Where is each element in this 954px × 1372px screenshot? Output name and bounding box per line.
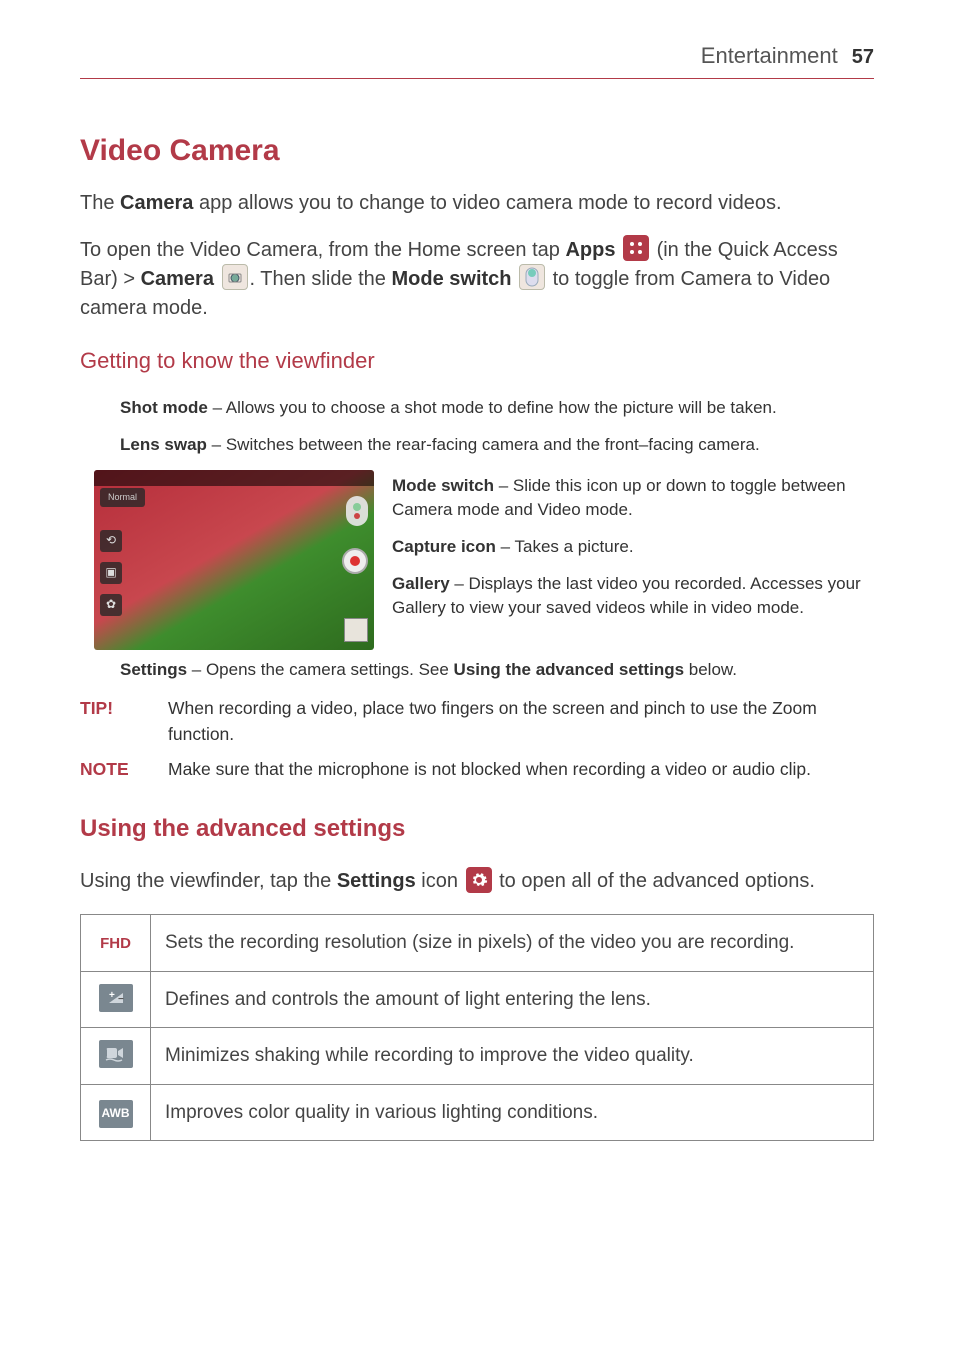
brightness-icon-cell: +− <box>81 971 151 1028</box>
camera-app-icon <box>222 264 248 290</box>
annotation-capture-icon: Capture icon – Takes a picture. <box>392 535 874 560</box>
viewfinder-heading: Getting to know the viewfinder <box>80 345 874 377</box>
page-number: 57 <box>852 43 874 72</box>
awb-icon-cell: AWB <box>81 1084 151 1141</box>
stabilize-desc: Minimizes shaking while recording to imp… <box>151 1028 874 1085</box>
brightness-icon: +− <box>99 984 133 1012</box>
table-row: FHD Sets the recording resolution (size … <box>81 915 874 972</box>
note-text: Make sure that the microphone is not blo… <box>168 757 874 782</box>
table-row: AWB Improves color quality in various li… <box>81 1084 874 1141</box>
brightness-desc: Defines and controls the amount of light… <box>151 971 874 1028</box>
apps-icon <box>623 235 649 261</box>
settings-gear-icon <box>466 867 492 893</box>
advanced-intro: Using the viewfinder, tap the Settings i… <box>80 867 874 896</box>
awb-desc: Improves color quality in various lighti… <box>151 1084 874 1141</box>
flash-icon: ▣ <box>100 562 122 584</box>
svg-text:−: − <box>118 994 124 1005</box>
advanced-settings-table: FHD Sets the recording resolution (size … <box>80 914 874 1141</box>
stabilize-icon-cell <box>81 1028 151 1085</box>
tip-text: When recording a video, place two finger… <box>168 696 874 747</box>
mode-switch-icon <box>519 264 545 290</box>
note-label: NOTE <box>80 757 140 782</box>
viewfinder-preview-image: Normal ⟲ ▣ ✿ <box>94 470 374 650</box>
header-section-title: Entertainment <box>701 40 838 72</box>
tip-label: TIP! <box>80 696 140 747</box>
annotation-mode-switch: Mode switch – Slide this icon up or down… <box>392 474 874 523</box>
intro-paragraph-1: The Camera app allows you to change to v… <box>80 189 874 218</box>
capture-button-icon <box>342 548 368 574</box>
lens-swap-icon: ⟲ <box>100 530 122 552</box>
table-row: Minimizes shaking while recording to imp… <box>81 1028 874 1085</box>
resolution-desc: Sets the recording resolution (size in p… <box>151 915 874 972</box>
fhd-icon: FHD <box>100 935 131 952</box>
annotation-shot-mode: Shot mode – Allows you to choose a shot … <box>120 396 874 421</box>
annotation-settings: Settings – Opens the camera settings. Se… <box>120 658 874 683</box>
page-header: Entertainment 57 <box>80 40 874 79</box>
advanced-settings-heading: Using the advanced settings <box>80 812 874 847</box>
tip-row: TIP! When recording a video, place two f… <box>80 696 874 747</box>
table-row: +− Defines and controls the amount of li… <box>81 971 874 1028</box>
settings-icon: ✿ <box>100 594 122 616</box>
page-title: Video Camera <box>80 129 874 173</box>
annotation-lens-swap: Lens swap – Switches between the rear-fa… <box>120 433 874 458</box>
stabilize-icon <box>99 1040 133 1068</box>
svg-text:+: + <box>109 990 115 1001</box>
mode-switch-toggle-icon <box>346 496 368 526</box>
viewfinder-diagram: Shot mode – Allows you to choose a shot … <box>80 396 874 682</box>
awb-icon: AWB <box>99 1100 133 1128</box>
shot-mode-label: Normal <box>100 488 145 507</box>
note-row: NOTE Make sure that the microphone is no… <box>80 757 874 782</box>
intro-paragraph-2: To open the Video Camera, from the Home … <box>80 236 874 323</box>
gallery-thumbnail-icon <box>344 618 368 642</box>
annotation-gallery: Gallery – Displays the last video you re… <box>392 572 874 621</box>
resolution-icon-cell: FHD <box>81 915 151 972</box>
